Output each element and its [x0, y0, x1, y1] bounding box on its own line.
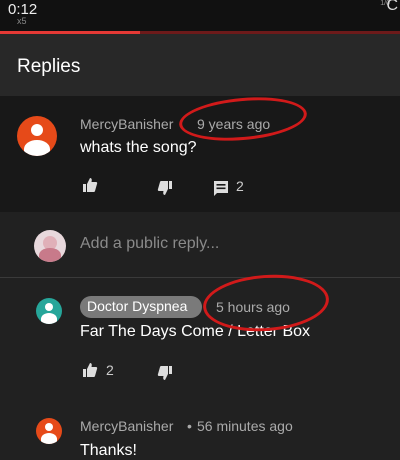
thumbs-down-icon[interactable]: [157, 180, 173, 196]
divider: [0, 277, 400, 278]
avatar[interactable]: [36, 418, 62, 444]
reply-count: 2: [236, 178, 244, 194]
thumbs-down-icon[interactable]: [157, 365, 173, 381]
video-player-strip[interactable]: 0:12 x5 1/0 C: [0, 0, 400, 32]
reply-author: Doctor Dyspnea: [87, 298, 188, 314]
replies-header: Replies: [0, 34, 400, 96]
comment-text: whats the song?: [80, 139, 197, 156]
thumbs-up-icon[interactable]: [82, 177, 98, 193]
page-title: Replies: [17, 56, 81, 77]
add-reply-input[interactable]: Add a public reply...: [80, 235, 219, 253]
avatar[interactable]: [17, 116, 57, 156]
author-chip[interactable]: Doctor Dyspnea: [80, 296, 202, 318]
reply-text: Thanks!: [80, 442, 137, 459]
comment-author[interactable]: MercyBanisher: [80, 116, 173, 132]
like-count: 2: [106, 362, 114, 378]
playback-speed: x5: [17, 16, 27, 26]
avatar[interactable]: [36, 298, 62, 324]
thumbs-up-icon[interactable]: [82, 362, 98, 378]
reply-comment-icon[interactable]: [213, 180, 229, 196]
reply-author[interactable]: MercyBanisher: [80, 418, 173, 434]
meta-separator: •: [187, 418, 192, 434]
user-avatar: [34, 230, 66, 262]
video-corner-label: C: [386, 0, 398, 14]
reply-age: 56 minutes ago: [197, 418, 293, 434]
